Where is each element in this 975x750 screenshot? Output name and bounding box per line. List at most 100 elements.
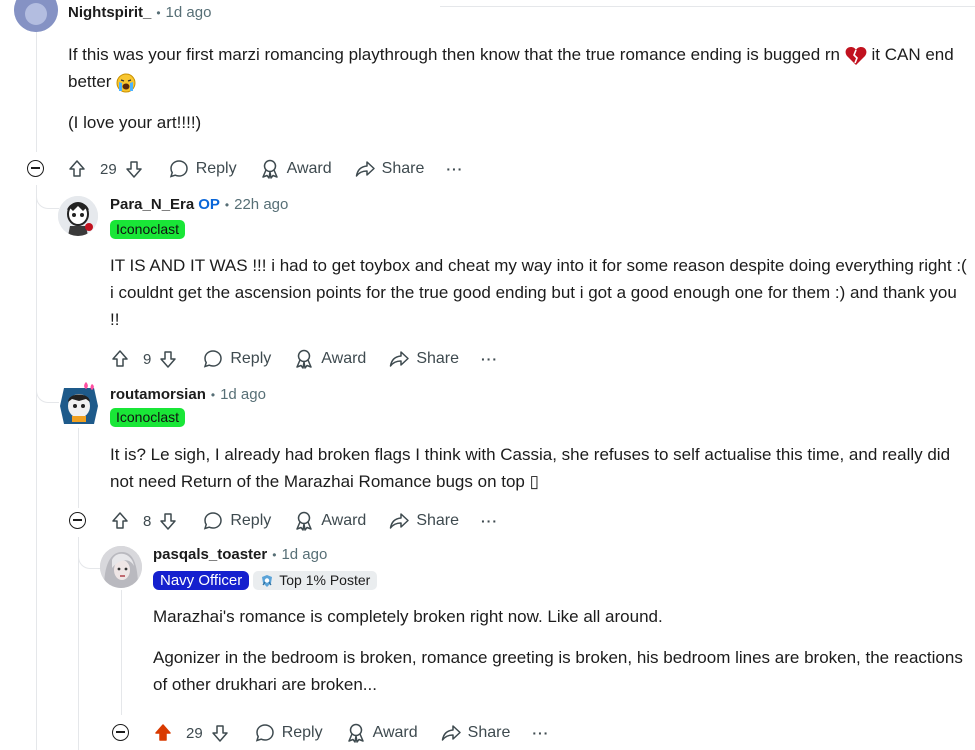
upvote-icon[interactable]: [153, 723, 173, 743]
reply-button[interactable]: Reply: [202, 348, 271, 370]
avatar-photo-icon: [100, 546, 142, 588]
vote-count: 29: [100, 160, 117, 178]
award-button[interactable]: Award: [345, 722, 418, 744]
reply-button[interactable]: Reply: [254, 722, 323, 744]
vote-group: 29: [67, 159, 150, 179]
collapse-icon[interactable]: [69, 512, 86, 529]
comment-4-actions: 29 Reply Award Share ···: [153, 720, 571, 746]
avatar[interactable]: [100, 546, 142, 588]
avatar[interactable]: [58, 382, 100, 424]
comment-1-body: If this was your first marzi romancing p…: [68, 41, 968, 136]
avatar-snoo-icon: [14, 0, 58, 32]
share-button[interactable]: Share: [440, 722, 511, 744]
downvote-icon[interactable]: [210, 723, 230, 743]
upvote-icon[interactable]: [110, 511, 130, 531]
upvote-icon[interactable]: [110, 349, 130, 369]
comment-3-header: routamorsian • 1d ago: [110, 386, 266, 404]
thread-line-reply-2-lower: [78, 537, 79, 750]
reply-label: Reply: [230, 512, 272, 529]
more-options-button[interactable]: ···: [532, 725, 549, 741]
share-label: Share: [381, 160, 425, 177]
timestamp[interactable]: 22h ago: [234, 196, 288, 213]
more-options-button[interactable]: ···: [446, 161, 463, 177]
comment-text-2: Agonizer in the bedroom is broken, roman…: [153, 648, 963, 694]
comment-1-header: Nightspirit_ • 1d ago: [68, 4, 211, 22]
thread-elbow-1: [36, 192, 59, 209]
username[interactable]: pasqals_toaster: [153, 546, 267, 563]
user-flair: Iconoclast: [110, 408, 186, 427]
award-label: Award: [286, 160, 332, 177]
share-button[interactable]: Share: [388, 348, 459, 370]
award-icon: [261, 159, 278, 179]
upvote-icon[interactable]: [67, 159, 87, 179]
shield-badge-icon: [262, 574, 273, 587]
crying-emoji: [116, 73, 136, 93]
timestamp[interactable]: 1d ago: [281, 546, 327, 563]
award-label: Award: [321, 512, 367, 529]
comment-2-body: IT IS AND IT WAS !!! i had to get toybox…: [110, 252, 970, 333]
reply-label: Reply: [195, 160, 237, 177]
award-label: Award: [321, 350, 367, 367]
username[interactable]: routamorsian: [110, 386, 206, 403]
award-icon: [296, 349, 312, 369]
share-icon: [390, 513, 410, 529]
more-icon: ···: [481, 513, 499, 529]
more-options-button[interactable]: ···: [481, 513, 498, 529]
top-poster-label: Top 1% Poster: [279, 572, 371, 588]
comment-text: It is? Le sigh, I already had broken fla…: [110, 445, 951, 491]
thread-elbow-2: [36, 386, 59, 403]
collapse-icon[interactable]: [27, 160, 44, 177]
separator-dot: •: [272, 548, 277, 562]
award-button[interactable]: Award: [293, 510, 366, 532]
avatar-character-icon: [60, 382, 98, 424]
award-button[interactable]: Award: [293, 348, 366, 370]
separator-dot: •: [224, 198, 230, 212]
avatar[interactable]: [14, 0, 58, 32]
avatar[interactable]: [58, 196, 98, 236]
reply-label: Reply: [281, 724, 323, 741]
comment-2-header: Para_N_Era OP • 22h ago: [110, 196, 288, 214]
award-icon: [347, 723, 364, 743]
comment-4-body: Marazhai's romance is completely broken …: [153, 603, 968, 698]
downvote-icon[interactable]: [124, 159, 144, 179]
thread-line-main: [36, 32, 37, 152]
thread-line-reply-2: [78, 428, 79, 508]
award-icon: [296, 511, 312, 531]
downvote-icon[interactable]: [158, 349, 178, 369]
share-icon: [355, 161, 375, 177]
award-button[interactable]: Award: [259, 158, 332, 180]
flair-container: Iconoclast: [110, 408, 186, 427]
timestamp[interactable]: 1d ago: [220, 386, 266, 403]
vote-group: 29: [153, 723, 236, 743]
op-badge: OP: [198, 196, 220, 213]
more-icon: ···: [446, 161, 464, 177]
separator-dot: •: [210, 388, 216, 402]
timestamp[interactable]: 1d ago: [166, 4, 212, 21]
downvote-icon[interactable]: [158, 511, 178, 531]
comment-3-actions: 8 Reply Award Share ···: [110, 508, 520, 534]
vote-group: 8: [110, 511, 184, 531]
share-label: Share: [416, 512, 460, 529]
vote-count: 29: [186, 724, 203, 742]
top-divider: [440, 6, 975, 7]
thread-line-reply-3: [121, 590, 122, 715]
collapse-icon[interactable]: [112, 724, 129, 741]
share-button[interactable]: Share: [354, 158, 425, 180]
share-button[interactable]: Share: [388, 510, 459, 532]
reply-icon: [204, 512, 223, 530]
flair-container: Iconoclast: [110, 220, 186, 239]
more-options-button[interactable]: ···: [481, 351, 498, 367]
reply-button[interactable]: Reply: [202, 510, 271, 532]
comment-4-header: pasqals_toaster • 1d ago: [153, 546, 327, 564]
reply-button[interactable]: Reply: [168, 158, 237, 180]
username[interactable]: Para_N_Era: [110, 196, 194, 213]
flair-container: Navy Officer Top 1% Poster: [153, 571, 378, 590]
username[interactable]: Nightspirit_: [68, 4, 151, 21]
comment-text-3: (I love your art!!!!): [68, 113, 202, 132]
share-icon: [390, 351, 410, 367]
share-icon: [441, 725, 461, 741]
share-label: Share: [467, 724, 511, 741]
comment-2-actions: 9 Reply Award Share ···: [110, 346, 520, 372]
vote-count: 8: [143, 512, 152, 530]
user-flair: Iconoclast: [110, 220, 186, 239]
